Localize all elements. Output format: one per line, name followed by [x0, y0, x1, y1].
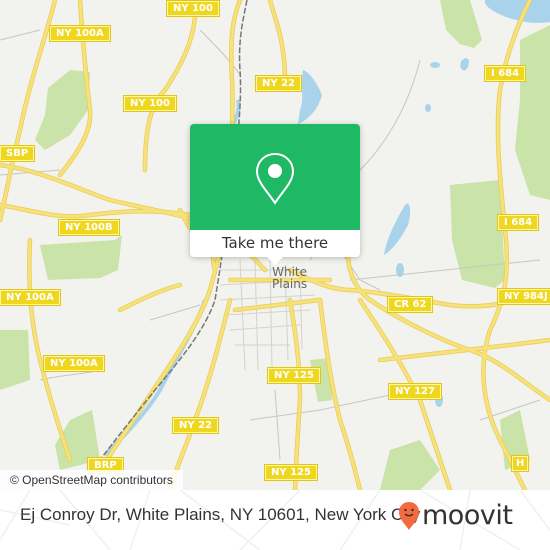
take-me-there-button[interactable]: Take me there	[190, 230, 360, 257]
road-shield-ny127: NY 127	[388, 383, 442, 400]
park-se	[380, 440, 440, 490]
road-shield-ny100b: NY 100B	[58, 219, 120, 236]
park-east	[450, 180, 505, 288]
park-far-east	[515, 25, 550, 200]
road-shield-ny100: NY 100	[166, 0, 220, 17]
map-attribution[interactable]: © OpenStreetMap contributors	[0, 470, 183, 490]
road-shield-ny984j: NY 984J	[497, 288, 550, 305]
footer: Ej Conroy Dr, White Plains, NY 10601, Ne…	[0, 490, 550, 550]
road-shield-ny125: NY 125	[267, 367, 321, 384]
brand-name: moovit	[422, 500, 513, 531]
map-pin-icon	[255, 152, 295, 205]
road-shield-i684: I 684	[496, 214, 540, 231]
road-shield-ny100: NY 100	[123, 95, 177, 112]
pond-5	[430, 62, 440, 68]
road-shield-ny125: NY 125	[264, 464, 318, 481]
road-shield-ny100a: NY 100A	[43, 355, 105, 372]
road-shield-sbp: SBP	[0, 145, 36, 162]
road-shield-ny100a: NY 100A	[0, 289, 61, 306]
city-label-line: Plains	[272, 277, 308, 291]
moovit-logo[interactable]: moovit	[398, 498, 513, 534]
road-shield-cr62: CR 62	[386, 296, 434, 313]
pond-6	[425, 104, 431, 112]
road-shield-ny100a: NY 100A	[49, 25, 111, 42]
moovit-pin-logo-icon	[399, 502, 419, 530]
park-west	[35, 70, 90, 150]
lake-long	[384, 203, 411, 255]
city-label-white-plains: White Plains	[272, 266, 307, 290]
lake-center	[298, 70, 322, 124]
destination-popup: Take me there	[190, 124, 360, 265]
park-ne	[440, 0, 482, 48]
road-shield-ny22: NY 22	[254, 75, 303, 92]
popup-header	[190, 124, 360, 230]
address-text: Ej Conroy Dr, White Plains, NY 10601, Ne…	[20, 505, 421, 524]
road-shield-ny22: NY 22	[171, 417, 220, 434]
road-shield-edge: H	[510, 455, 530, 472]
park-sw	[0, 330, 30, 390]
popup-pointer	[267, 257, 283, 265]
road-shield-i684: I 684	[483, 65, 527, 82]
park-100b	[40, 235, 122, 280]
map-canvas[interactable]: NY 100 NY 100A NY 100 NY 22 SBP I 684 NY…	[0, 0, 550, 490]
reservoir-ne	[484, 0, 550, 23]
